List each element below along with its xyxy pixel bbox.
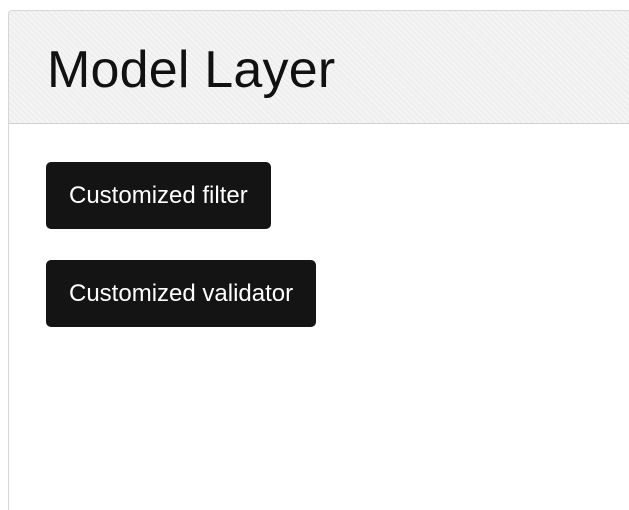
customized-validator-button[interactable]: Customized validator xyxy=(46,260,317,327)
page-title: Model Layer xyxy=(47,41,336,99)
panel-header: Model Layer xyxy=(9,11,629,124)
customized-filter-button[interactable]: Customized filter xyxy=(46,162,271,229)
model-layer-panel: Model Layer Customized filter Customized… xyxy=(8,10,629,510)
